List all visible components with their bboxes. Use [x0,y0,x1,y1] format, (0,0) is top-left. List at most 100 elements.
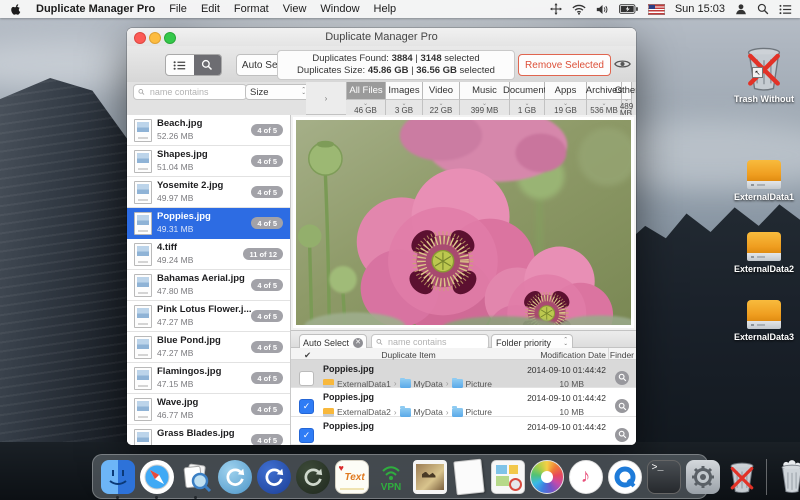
search-icon [376,338,383,346]
dock-sync-green[interactable] [294,458,331,495]
view-mode-segmented-control[interactable] [165,54,222,76]
menu-window[interactable]: Window [320,3,359,15]
spotlight-icon[interactable] [757,3,769,15]
image-file-icon [134,398,152,421]
tab-video[interactable]: Video [423,82,460,100]
menu-help[interactable]: Help [374,3,397,15]
panel-search-input[interactable] [386,336,484,348]
count-badge: 4 of 5 [251,279,283,291]
list-view-icon[interactable] [166,55,194,75]
reveal-in-finder-icon[interactable] [615,428,629,442]
dock-sync-light-blue[interactable] [216,458,253,495]
menu-file[interactable]: File [169,3,187,15]
dock-system-preferences[interactable] [684,458,721,495]
menu-view[interactable]: View [283,3,307,15]
menu-bar: Duplicate Manager Pro File Edit Format V… [0,0,800,18]
count-badge: 4 of 5 [251,186,283,198]
dock-stamps-app[interactable] [489,458,526,495]
poppies-preview-image [293,117,634,328]
search-view-icon[interactable] [194,55,222,75]
remove-selected-button[interactable]: Remove Selected [518,54,611,76]
dock-photo-viewer[interactable] [411,458,448,495]
list-item[interactable]: Yosemite 2.jpg49.97 MB4 of 5 [127,177,290,208]
list-item[interactable]: Flamingos.jpg47.15 MB4 of 5 [127,363,290,394]
image-preview-area [291,115,636,330]
reveal-in-finder-icon[interactable] [615,371,629,385]
user-icon[interactable] [735,3,747,15]
desktop-icon-trash-without[interactable]: ↖ Trash Without [728,44,800,104]
list-item-selected[interactable]: Poppies.jpg49.31 MB4 of 5 [127,208,290,239]
list-item[interactable]: Beach.jpg52.26 MB4 of 5 [127,115,290,146]
table-row[interactable]: ✓ Poppies.jpg 2014-09-10 01:44:42 [291,417,636,445]
title-bar[interactable]: Duplicate Manager Pro [127,28,636,46]
volume-icon[interactable] [596,4,609,15]
image-file-icon [134,367,152,390]
table-row[interactable]: Poppies.jpg ExternalData1› MyData› Pictu… [291,360,636,388]
menu-format[interactable]: Format [234,3,269,15]
dock-quicktime[interactable] [606,458,643,495]
desktop-icon-externaldata2[interactable]: ExternalData2 [728,232,800,274]
image-file-icon [134,429,152,445]
menu-app-name[interactable]: Duplicate Manager Pro [36,3,155,15]
tab-size-other: ⌄489 MB [622,100,632,115]
us-flag-icon[interactable] [648,4,665,15]
desktop-icon-externaldata3[interactable]: ExternalData3 [728,300,800,342]
notification-center-icon[interactable] [779,4,792,15]
dock-vpn[interactable]: VPN [372,458,409,495]
chevron-right-icon[interactable]: › [306,82,346,115]
checkbox-unchecked[interactable] [299,371,314,386]
filter-bar: Size ⌃⌄ All Files Images Video Music Doc… [127,82,636,116]
list-item[interactable]: Bahamas Aerial.jpg47.80 MB4 of 5 [127,270,290,301]
image-file-icon [134,336,152,359]
dock-sync-dark-blue[interactable] [255,458,292,495]
checkbox-checked[interactable]: ✓ [299,399,314,414]
eye-icon[interactable] [613,56,631,72]
dock-blank-document[interactable] [450,458,487,495]
desktop-icon-externaldata1[interactable]: ExternalData1 [728,160,800,202]
clear-icon[interactable]: ✕ [353,338,363,348]
folder-icon [400,408,411,417]
dock-duplicate-search[interactable] [177,458,214,495]
tab-apps[interactable]: Apps [545,82,587,100]
image-file-icon [134,243,152,266]
wifi-icon[interactable] [572,4,586,15]
list-item[interactable]: Wave.jpg46.77 MB4 of 5 [127,394,290,425]
top-search-field[interactable] [133,84,247,100]
menu-edit[interactable]: Edit [201,3,220,15]
duplicate-groups-list: Beach.jpg52.26 MB4 of 5 Shapes.jpg51.04 … [127,115,291,445]
search-input[interactable] [148,86,242,98]
menu-clock[interactable]: Sun 15:03 [675,3,725,15]
svg-text:VPN: VPN [380,482,401,493]
window-title: Duplicate Manager Pro [127,31,636,43]
sort-popup[interactable]: Size ⌃⌄ [245,84,311,100]
dock-safari[interactable] [138,458,175,495]
location-icon[interactable] [550,3,562,15]
count-badge: 4 of 5 [251,341,283,353]
dock-trash-remover[interactable] [723,458,760,495]
dock-photos[interactable] [528,458,565,495]
list-item[interactable]: Shapes.jpg51.04 MB4 of 5 [127,146,290,177]
count-badge: 4 of 5 [251,372,283,384]
count-badge: 4 of 5 [251,217,283,229]
dock-finder[interactable] [99,458,136,495]
tab-size-video: ⌄22 GB [423,100,460,115]
checkbox-checked[interactable]: ✓ [299,428,314,443]
battery-icon[interactable] [619,4,638,14]
table-row[interactable]: ✓ Poppies.jpg ExternalData2› MyData› Pic… [291,388,636,416]
tab-images[interactable]: Images [386,82,423,100]
list-item[interactable]: Blue Pond.jpg47.27 MB4 of 5 [127,332,290,363]
list-item[interactable]: Grass Blades.jpg4 of 5 [127,425,290,445]
duplicates-table-header[interactable]: ✔ Duplicate Item Modification Date Finde… [291,348,636,359]
tab-all-files[interactable]: All Files [346,82,386,100]
dock-text-notes[interactable]: ♥ Text [333,458,370,495]
list-item[interactable]: 4.tiff49.24 MB11 of 12 [127,239,290,270]
dock-itunes[interactable]: ♪ [567,458,604,495]
dock-terminal[interactable]: >_ [645,458,682,495]
tab-documents[interactable]: Documents [510,82,545,100]
apple-menu[interactable] [10,3,22,16]
dock-trash[interactable] [773,458,800,495]
reveal-in-finder-icon[interactable] [615,399,629,413]
image-file-icon [134,181,152,204]
dock: ♥ Text VPN ♪ [92,454,708,499]
list-item[interactable]: Pink Lotus Flower.j...47.27 MB4 of 5 [127,301,290,332]
